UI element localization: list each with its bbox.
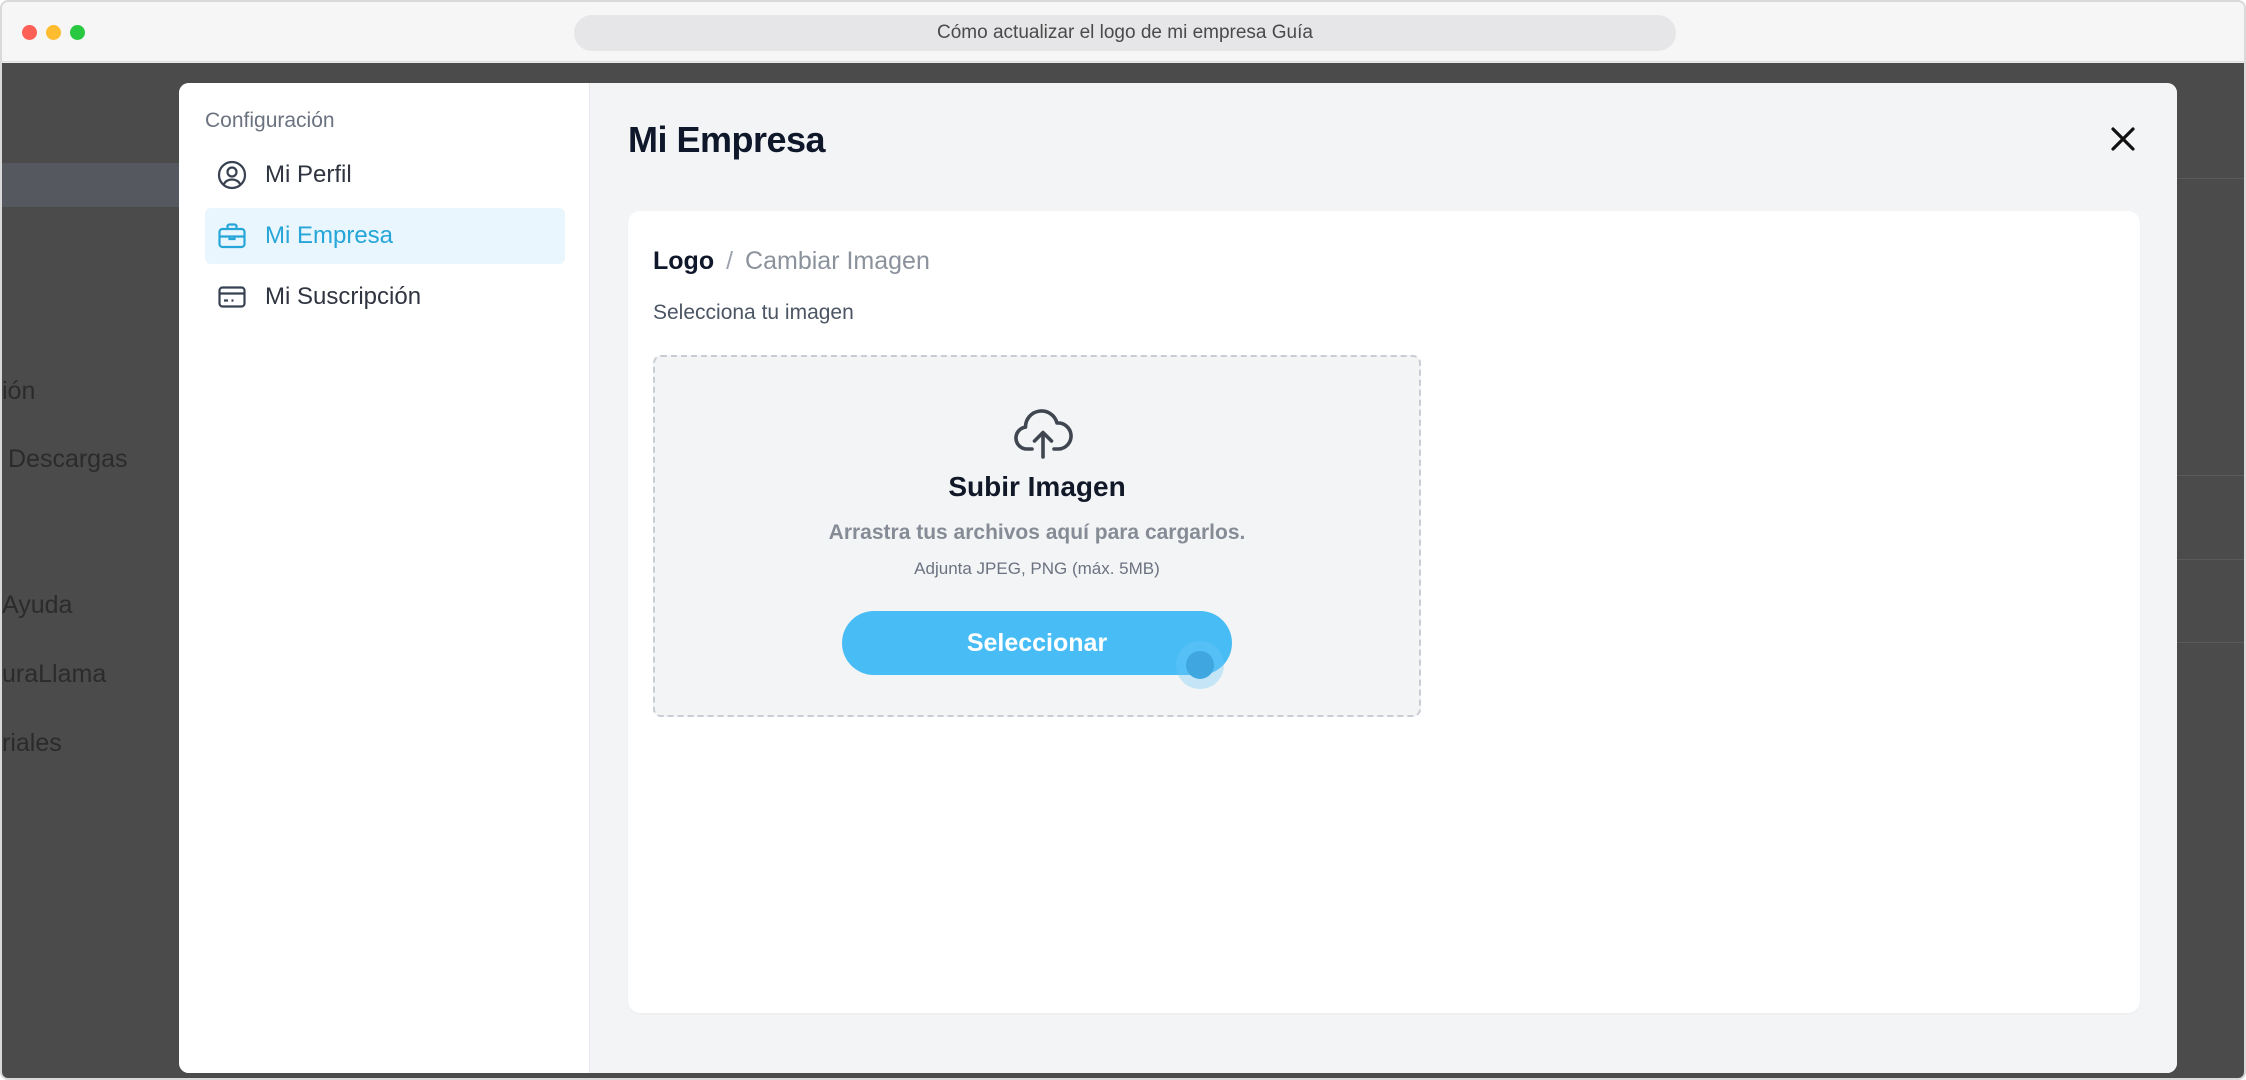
- settings-modal: Configuración Mi Perfil Mi Empresa Mi Su…: [179, 83, 2177, 1073]
- sidebar-item-label: Mi Empresa: [265, 222, 394, 249]
- settings-sidebar: Configuración Mi Perfil Mi Empresa Mi Su…: [179, 83, 590, 1073]
- sidebar-item-label: Mi Perfil: [265, 161, 352, 188]
- minimize-window-button[interactable]: [46, 25, 61, 40]
- dropzone-title: Subir Imagen: [948, 471, 1126, 502]
- click-indicator: [1176, 641, 1224, 689]
- browser-window: Cómo actualizar el logo de mi empresa Gu…: [0, 0, 2246, 1080]
- sidebar-item-mi-suscripcion[interactable]: Mi Suscripción: [205, 269, 565, 325]
- dropzone-file-hint: Adjunta JPEG, PNG (máx. 5MB): [914, 559, 1160, 578]
- select-file-button[interactable]: Seleccionar: [842, 611, 1232, 675]
- breadcrumb: Logo / Cambiar Imagen: [653, 247, 930, 276]
- sidebar-heading: Configuración: [205, 109, 335, 132]
- address-bar[interactable]: Cómo actualizar el logo de mi empresa Gu…: [574, 15, 1676, 51]
- image-dropzone[interactable]: Subir Imagen Arrastra tus archivos aquí …: [653, 355, 1421, 717]
- background-nav-item: uraLlama: [2, 660, 107, 688]
- select-image-label: Selecciona tu imagen: [653, 301, 854, 324]
- logo-upload-card: Logo / Cambiar Imagen Selecciona tu imag…: [628, 211, 2140, 1013]
- sidebar-item-mi-empresa[interactable]: Mi Empresa: [205, 208, 565, 264]
- dropzone-subtitle: Arrastra tus archivos aquí para cargarlo…: [828, 521, 1246, 544]
- address-bar-title: Cómo actualizar el logo de mi empresa Gu…: [937, 22, 1313, 43]
- breadcrumb-current: Cambiar Imagen: [745, 247, 930, 275]
- user-circle-icon: [215, 158, 249, 192]
- briefcase-icon: [215, 219, 249, 253]
- background-nav-item: ión: [2, 377, 36, 405]
- background-header-bar: [2, 163, 192, 207]
- cloud-upload-icon: [1014, 409, 1073, 459]
- background-nav-item: riales: [2, 729, 62, 757]
- title-bar: Cómo actualizar el logo de mi empresa Gu…: [2, 2, 2244, 62]
- background-divider: [2174, 642, 2244, 643]
- breadcrumb-root[interactable]: Logo: [653, 247, 714, 276]
- breadcrumb-separator: /: [726, 247, 734, 275]
- page-title: Mi Empresa: [628, 119, 826, 160]
- background-divider: [2174, 559, 2244, 560]
- maximize-window-button[interactable]: [70, 25, 85, 40]
- sidebar-item-mi-perfil[interactable]: Mi Perfil: [205, 147, 565, 203]
- background-nav-item: Descargas: [8, 445, 128, 473]
- credit-card-icon: [215, 280, 249, 314]
- background-divider: [2174, 178, 2244, 179]
- background-nav-item: Ayuda: [2, 591, 73, 619]
- close-modal-button[interactable]: [2105, 121, 2141, 157]
- background-divider: [2174, 475, 2244, 476]
- settings-main-panel: Mi Empresa Logo / Cambiar Imagen Selecci…: [590, 83, 2177, 1073]
- close-window-button[interactable]: [22, 25, 37, 40]
- close-icon: [2111, 127, 2135, 151]
- sidebar-item-label: Mi Suscripción: [265, 283, 422, 310]
